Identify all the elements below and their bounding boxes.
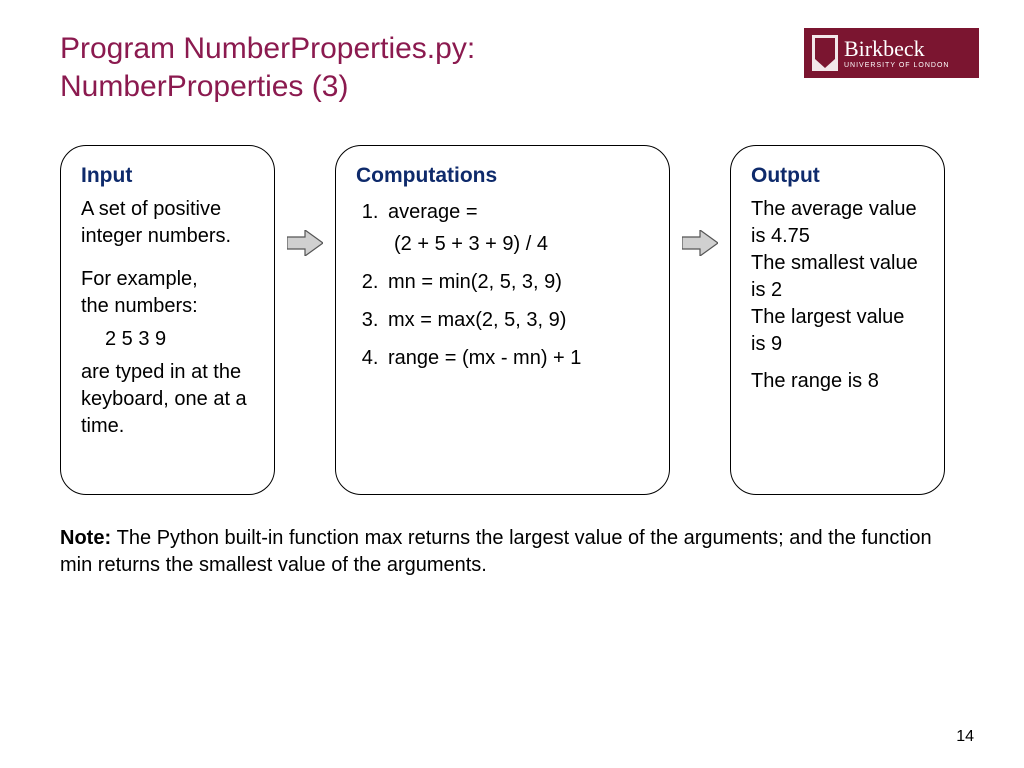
input-numbers: 2 5 3 9 xyxy=(105,326,254,353)
comp-item-4: range = (mx - mn) + 1 xyxy=(384,342,649,374)
logo-subtitle: UNIVERSITY OF LONDON xyxy=(844,62,949,69)
output-title: Output xyxy=(751,164,924,188)
arrow-icon xyxy=(285,230,325,256)
output-l3: The largest value is 9 xyxy=(751,304,924,358)
title-line-1: Program NumberProperties.py: xyxy=(60,32,475,65)
note-text: The Python built-in function max returns… xyxy=(60,527,932,576)
comp-item-1: average = (2 + 5 + 3 + 9) / 4 xyxy=(384,196,649,260)
output-box: Output The average value is 4.75 The sma… xyxy=(730,145,945,495)
logo-title: Birkbeck xyxy=(844,38,949,60)
title-line-2a: NumberProperties xyxy=(60,70,312,103)
comp-2a: mn = min(2, 5, 3, 9) xyxy=(388,271,562,293)
birkbeck-logo: Birkbeck UNIVERSITY OF LONDON xyxy=(804,28,979,78)
input-p3: are typed in at the keyboard, one at a t… xyxy=(81,359,254,440)
input-p1: A set of positive integer numbers. xyxy=(81,196,254,250)
comp-4a: range = (mx - mn) + 1 xyxy=(388,347,581,369)
comp-title: Computations xyxy=(356,164,649,188)
arrow-icon xyxy=(680,230,720,256)
comp-item-2: mn = min(2, 5, 3, 9) xyxy=(384,266,649,298)
input-title: Input xyxy=(81,164,254,188)
comp-1a: average = xyxy=(388,201,478,223)
input-p2b: the numbers: xyxy=(81,293,254,320)
comp-3a: mx = max(2, 5, 3, 9) xyxy=(388,309,566,331)
note: Note: The Python built-in function max r… xyxy=(60,525,940,579)
comp-item-3: mx = max(2, 5, 3, 9) xyxy=(384,304,649,336)
input-box: Input A set of positive integer numbers.… xyxy=(60,145,275,495)
input-p2a: For example, xyxy=(81,266,254,293)
crest-icon xyxy=(812,35,838,71)
comp-list: average = (2 + 5 + 3 + 9) / 4 mn = min(2… xyxy=(384,196,649,374)
page-number: 14 xyxy=(956,728,974,746)
output-l4: The range is 8 xyxy=(751,368,924,395)
note-label: Note: xyxy=(60,527,117,549)
slide: Birkbeck UNIVERSITY OF LONDON Program Nu… xyxy=(0,0,1024,768)
comp-1b: (2 + 5 + 3 + 9) / 4 xyxy=(394,228,649,260)
computations-box: Computations average = (2 + 5 + 3 + 9) /… xyxy=(335,145,670,495)
diagram-row: Input A set of positive integer numbers.… xyxy=(60,145,974,495)
output-l1: The average value is 4.75 xyxy=(751,196,924,250)
title-line-2b: (3) xyxy=(312,70,349,103)
output-l2: The smallest value is 2 xyxy=(751,250,924,304)
